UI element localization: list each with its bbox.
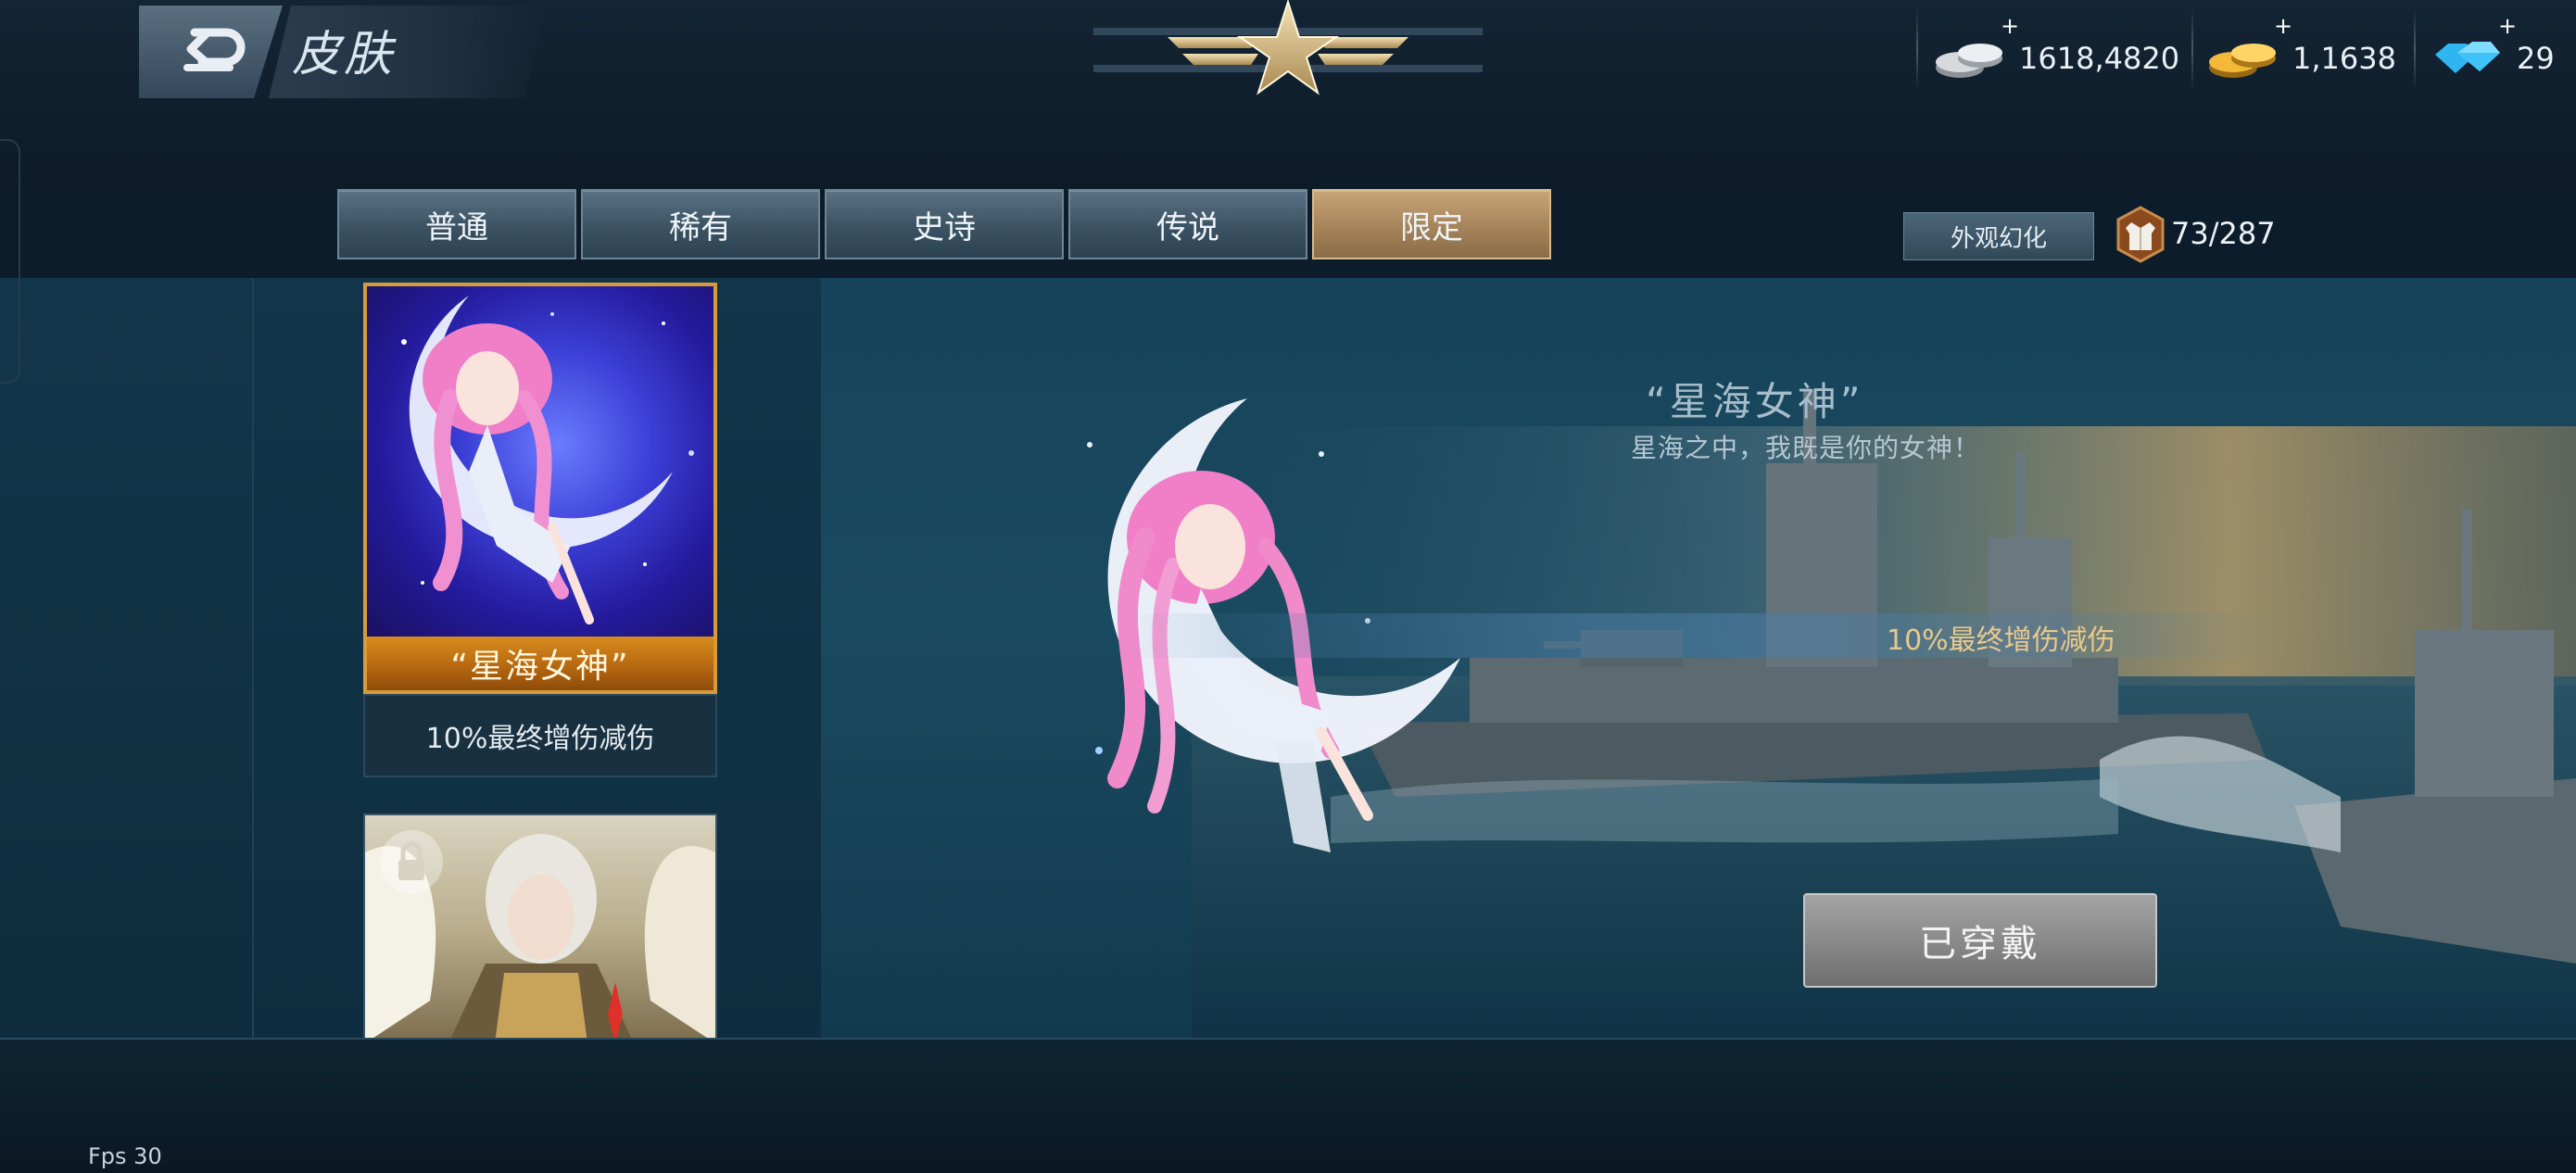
tab-normal[interactable]: 普通 [337, 189, 576, 259]
side-pull-tab[interactable] [0, 139, 20, 384]
silver-resource[interactable]: + 1618,4820 [1932, 13, 2180, 100]
appearance-transform-button[interactable]: 外观幻化 [1903, 212, 2094, 260]
gold-resource[interactable]: + 1,1638 [2205, 13, 2396, 100]
equipped-button[interactable]: 已穿戴 [1803, 893, 2157, 988]
moon-goddess-art [401, 296, 694, 624]
tab-legend[interactable]: 传说 [1068, 189, 1307, 259]
back-arrow-icon [183, 28, 245, 71]
coat-icon [2116, 206, 2165, 263]
skin-quote: 星海之中，我既是你的女神！ [1631, 433, 1981, 463]
skin-card-effect: 10%最终增伤减伤 [363, 694, 717, 777]
fps-counter: Fps 30 [88, 1143, 162, 1169]
page-title: 皮肤 [292, 27, 397, 82]
skin-title: “星海女神” [1646, 379, 1864, 424]
skin-count: 73/287 [2171, 216, 2276, 251]
divider [2414, 7, 2416, 91]
skin-card-locked[interactable] [363, 814, 717, 1038]
add-silver-button[interactable]: + [2001, 13, 2019, 39]
lock-icon [380, 830, 443, 893]
bottom-bar [0, 1038, 2576, 1173]
diamond-icon [2435, 42, 2500, 73]
silver-amount: 1618,4820 [2019, 41, 2180, 76]
divider [2191, 7, 2193, 91]
left-rail [0, 278, 252, 1038]
skin-stat: 10%最终增伤减伤 [1887, 624, 2115, 657]
silver-coins-icon [1936, 44, 2002, 78]
tab-rare[interactable]: 稀有 [581, 189, 820, 259]
skin-list[interactable]: “星海女神” 10%最终增伤减伤 [252, 278, 825, 1038]
gold-amount: 1,1638 [2292, 41, 2396, 76]
divider [1916, 7, 1918, 91]
moon-goddess-portrait [363, 283, 717, 638]
skin-detail-panel: “星海女神” 星海之中，我既是你的女神！ 10%最终增伤减伤 已穿戴 [821, 278, 2576, 1038]
add-gold-button[interactable]: + [2274, 13, 2292, 39]
star-wings-emblem-icon [1093, 0, 1483, 95]
gold-coins-icon [2209, 44, 2276, 78]
add-diamond-button[interactable]: + [2498, 13, 2517, 39]
tab-limited[interactable]: 限定 [1312, 189, 1551, 259]
skin-card-selected[interactable]: “星海女神” 10%最终增伤减伤 [363, 283, 717, 777]
tab-epic[interactable]: 史诗 [825, 189, 1064, 259]
diamond-resource[interactable]: + 29 [2430, 13, 2555, 100]
diamond-amount: 29 [2517, 41, 2555, 76]
skin-card-name: “星海女神” [363, 637, 717, 694]
winged-knight-portrait [365, 830, 715, 1038]
